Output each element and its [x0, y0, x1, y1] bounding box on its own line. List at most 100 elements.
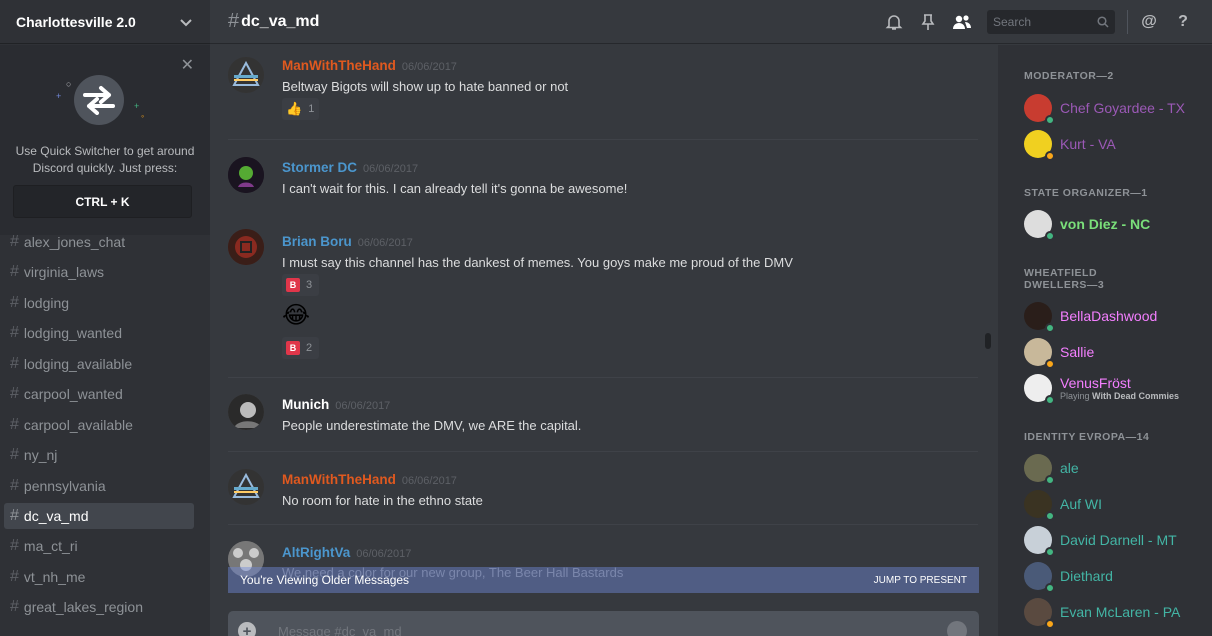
server-name: Charlottesville 2.0: [16, 13, 136, 30]
channel-label: ny_nj: [23, 447, 58, 464]
server-header[interactable]: Charlottesville 2.0: [0, 0, 210, 44]
emoji-picker-icon[interactable]: [947, 621, 967, 636]
channel-lodging[interactable]: # lodging: [4, 290, 194, 316]
channel-ma-ct-ri[interactable]: # ma_ct_ri: [4, 533, 194, 559]
member-item[interactable]: Chef Goyardee - TX: [1024, 92, 1212, 125]
member-item[interactable]: Sallie: [1024, 336, 1212, 369]
avatar: [1024, 210, 1055, 241]
avatar: [1024, 374, 1055, 405]
sparkle-icon: ○: [66, 79, 72, 89]
avatar[interactable]: [228, 157, 264, 193]
channel-header: # dc_va_md Search @ ?: [210, 0, 1212, 44]
help-icon[interactable]: ?: [1173, 12, 1193, 32]
search-icon: [1097, 16, 1109, 28]
avatar: [1024, 130, 1055, 161]
reaction-thumbs-up[interactable]: 👍 1: [282, 98, 319, 120]
hash-icon: #: [10, 233, 19, 250]
channel-carpool-available[interactable]: # carpool_available: [4, 412, 194, 438]
channel-label: lodging: [23, 294, 70, 311]
channel-label: virginia_laws: [23, 264, 105, 281]
chevron-down-icon[interactable]: [178, 14, 194, 30]
member-item[interactable]: von Diez - NC: [1024, 208, 1212, 241]
channel-vt-nh-me[interactable]: # vt_nh_me: [4, 564, 194, 590]
avatar[interactable]: [228, 469, 264, 505]
channel-great-lakes-region[interactable]: # great_lakes_region: [4, 594, 194, 620]
member-name: Auf WI: [1060, 496, 1103, 512]
status-online-icon: [1045, 475, 1055, 485]
channel-label: carpool_wanted: [23, 386, 123, 403]
channel-title: dc_va_md: [241, 12, 320, 30]
older-messages-bar[interactable]: You're Viewing Older Messages JUMP TO PR…: [228, 567, 979, 593]
member-item[interactable]: Evan McLaren - PA: [1024, 596, 1212, 629]
activity-prefix: Playing: [1060, 391, 1090, 401]
message-author[interactable]: ManWithTheHand 06/06/2017: [282, 58, 457, 73]
member-item[interactable]: Diethard: [1024, 560, 1212, 593]
hash-icon: #: [10, 506, 19, 524]
message-text: Beltway Bigots will show up to hate bann…: [282, 79, 569, 94]
bell-icon[interactable]: [884, 12, 904, 32]
author-name: Brian Boru: [282, 234, 352, 249]
avatar[interactable]: [228, 57, 264, 93]
jump-to-present-button[interactable]: JUMP TO PRESENT: [874, 575, 967, 586]
sparkle-icon: +: [56, 91, 62, 101]
timestamp: 06/06/2017: [335, 400, 391, 412]
channel-pennsylvania[interactable]: # pennsylvania: [4, 473, 194, 499]
member-name: David Darnell - MT: [1060, 532, 1177, 548]
timestamp: 06/06/2017: [401, 475, 457, 487]
message-author[interactable]: Munich 06/06/2017: [282, 397, 390, 412]
member-name: ale: [1060, 460, 1079, 476]
message-input[interactable]: Message #dc_va_md: [278, 624, 402, 636]
hash-icon: #: [10, 476, 19, 494]
reaction-b[interactable]: B2: [282, 337, 319, 359]
members-icon[interactable]: [952, 12, 972, 32]
avatar: [1024, 490, 1055, 521]
member-item[interactable]: ale: [1024, 452, 1212, 485]
hash-icon: #: [10, 263, 19, 281]
message-author[interactable]: ManWithTheHand 06/06/2017: [282, 472, 457, 487]
scrollbar-thumb[interactable]: [985, 333, 991, 349]
channel-alex-jones-chat[interactable]: # alex_jones_chat: [4, 229, 194, 255]
channel-virginia-laws[interactable]: # virginia_laws: [4, 259, 194, 285]
status-online-icon: [1045, 395, 1055, 405]
thumbs-up-icon: 👍: [286, 101, 303, 116]
member-item[interactable]: David Darnell - MT: [1024, 524, 1212, 557]
avatar[interactable]: [228, 394, 264, 430]
channel-dc-va-md[interactable]: # dc_va_md: [4, 502, 194, 529]
author-name: ManWithTheHand: [282, 58, 396, 73]
message-author[interactable]: Brian Boru 06/06/2017: [282, 234, 413, 249]
avatar[interactable]: [228, 229, 264, 265]
channel-ny-nj[interactable]: # ny_nj: [4, 442, 194, 468]
quick-switcher-shortcut[interactable]: CTRL + K: [13, 185, 192, 218]
message-author[interactable]: Stormer DC 06/06/2017: [282, 160, 418, 175]
status-online-icon: [1045, 511, 1055, 521]
channel-lodging-wanted[interactable]: # lodging_wanted: [4, 320, 194, 346]
search-input[interactable]: Search: [987, 10, 1115, 34]
member-item[interactable]: BellaDashwood: [1024, 300, 1212, 333]
mention-icon[interactable]: @: [1139, 12, 1159, 32]
member-item[interactable]: Auf WI: [1024, 488, 1212, 521]
message-divider: [228, 377, 978, 378]
avatar: [1024, 562, 1055, 593]
reaction-count: 1: [308, 103, 315, 115]
member-name: VenusFröst: [1060, 375, 1131, 391]
upload-plus-icon[interactable]: +: [238, 622, 256, 636]
member-item[interactable]: Kurt - VA: [1024, 128, 1212, 161]
pin-icon[interactable]: [918, 12, 938, 32]
role-header-state-organizer: STATE ORGANIZER—1: [1024, 187, 1148, 199]
close-icon[interactable]: ✕: [181, 55, 194, 75]
channel-label: great_lakes_region: [23, 599, 143, 616]
status-online-icon: [1045, 323, 1055, 333]
sparkle-icon: ◦: [141, 111, 145, 121]
channel-carpool-wanted[interactable]: # carpool_wanted: [4, 381, 194, 407]
timestamp: 06/06/2017: [401, 61, 457, 73]
hash-icon: #: [10, 567, 19, 585]
channel-lodging-available[interactable]: # lodging_available: [4, 351, 194, 377]
timestamp: 06/06/2017: [363, 163, 419, 175]
message-author[interactable]: AltRightVa 06/06/2017: [282, 545, 411, 560]
channel-list: # alex_jones_chat # virginia_laws # lodging…: [0, 229, 210, 625]
message-composer[interactable]: + Message #dc_va_md: [228, 611, 979, 636]
reaction-b[interactable]: B3: [282, 274, 319, 296]
member-item[interactable]: VenusFröst Playing With Dead Commies: [1024, 370, 1212, 406]
channel-label: pennsylvania: [23, 477, 106, 494]
member-name: Sallie: [1060, 344, 1095, 360]
